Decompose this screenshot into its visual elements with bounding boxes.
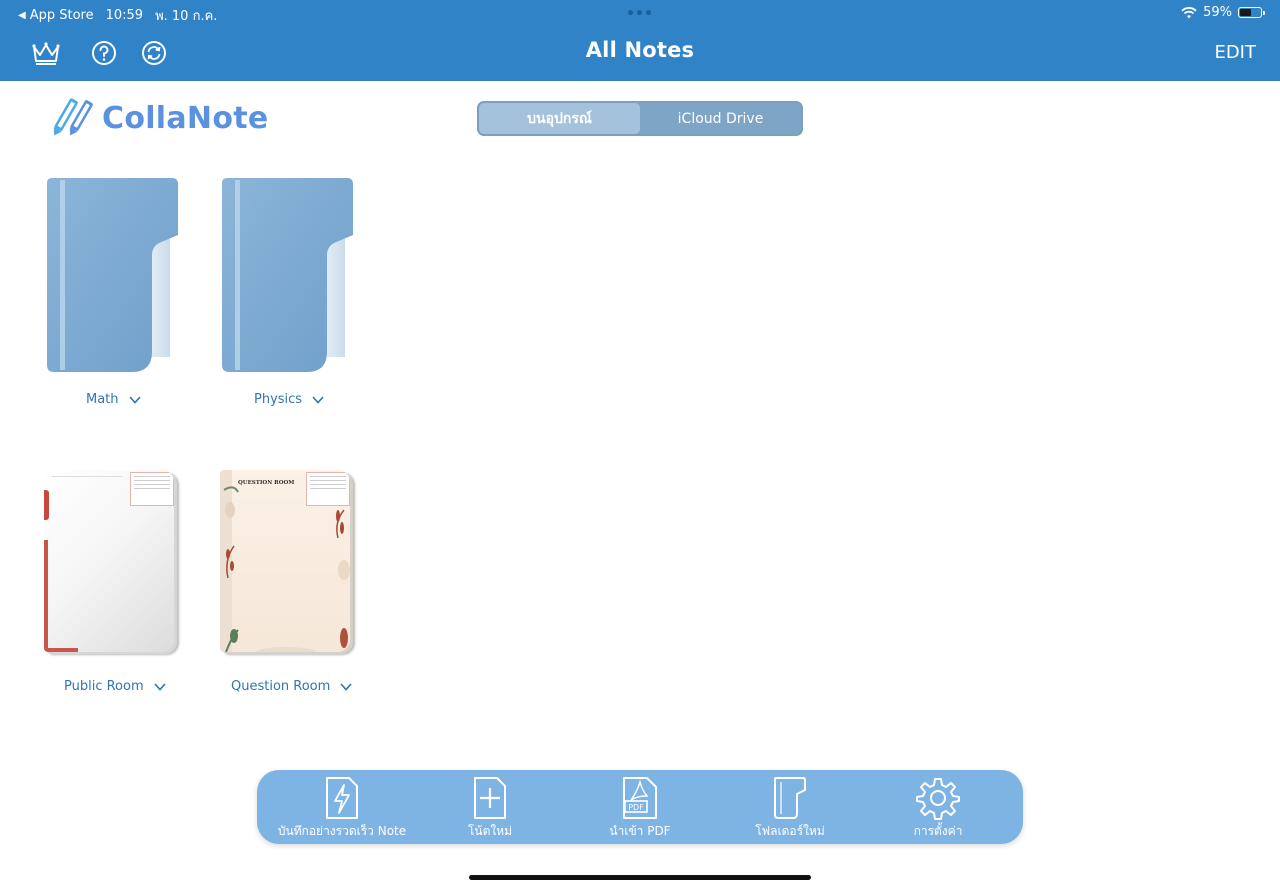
leaf-decoration	[223, 486, 350, 652]
tool-label: นำเข้า PDF	[609, 824, 671, 838]
new-folder-icon	[774, 777, 806, 819]
notebook-cover: QUESTION ROOM	[220, 470, 350, 652]
quick-note-button[interactable]: บันทึกอย่างรวดเร็ว Note	[267, 776, 417, 842]
quick-note-icon	[326, 777, 358, 819]
folder-name[interactable]: Math	[86, 392, 119, 407]
pencils-icon	[53, 98, 93, 136]
settings-icon	[916, 778, 960, 820]
notebook-name[interactable]: Question Room	[231, 679, 330, 694]
home-indicator[interactable]	[469, 875, 811, 880]
back-to-app-link[interactable]: App Store	[30, 8, 94, 23]
chevron-down-icon[interactable]	[128, 395, 141, 404]
wifi-icon	[1181, 6, 1197, 18]
pdf-badge: PDF	[628, 803, 644, 812]
page-title: All Notes	[585, 38, 695, 62]
notebook-name[interactable]: Public Room	[64, 679, 144, 694]
new-folder-button[interactable]: โฟลเดอร์ใหม่	[715, 776, 865, 842]
new-note-icon	[474, 777, 506, 819]
segment-on-device[interactable]: บนอุปกรณ์	[479, 103, 640, 134]
segment-icloud-drive[interactable]: iCloud Drive	[640, 103, 801, 134]
settings-button[interactable]: การตั้งค่า	[863, 776, 1013, 842]
status-time: 10:59	[105, 8, 144, 23]
storage-segmented-control[interactable]: บนอุปกรณ์ iCloud Drive	[477, 101, 803, 136]
multitasking-dots[interactable]	[628, 10, 651, 15]
chevron-down-icon[interactable]	[312, 395, 324, 404]
logo-text: CollaNote	[102, 100, 269, 136]
battery-icon	[1238, 7, 1265, 18]
tool-label: โน้ตใหม่	[467, 824, 513, 838]
app-logo: CollaNote	[48, 96, 269, 140]
status-bar: ◀ App Store 10:59 พ. 10 ก.ค. 59%	[0, 0, 1280, 26]
folder-icon	[222, 178, 353, 372]
tool-label: การตั้งค่า	[913, 824, 963, 838]
back-arrow-icon[interactable]: ◀	[18, 10, 26, 21]
battery-percent: 59%	[1203, 5, 1232, 20]
pencil-decoration	[44, 490, 49, 520]
cover-table	[130, 472, 174, 506]
chevron-down-icon[interactable]	[154, 682, 166, 691]
status-date: พ. 10 ก.ค.	[155, 9, 218, 24]
import-pdf-icon: PDF	[623, 777, 657, 819]
chevron-down-icon[interactable]	[340, 682, 352, 691]
tool-label: บันทึกอย่างรวดเร็ว Note	[277, 824, 407, 838]
import-pdf-button[interactable]: PDF นำเข้า PDF	[565, 776, 715, 842]
spine-decoration	[44, 540, 48, 650]
edit-button[interactable]: EDIT	[1214, 42, 1256, 63]
top-bar: ◀ App Store 10:59 พ. 10 ก.ค. 59% All Not…	[0, 0, 1280, 81]
new-note-button[interactable]: โน้ตใหม่	[415, 776, 565, 842]
notebook-cover	[44, 470, 174, 652]
tool-label: โฟลเดอร์ใหม่	[755, 824, 825, 838]
folder-name[interactable]: Physics	[254, 392, 302, 407]
bottom-toolbar: บันทึกอย่างรวดเร็ว Note โน้ตใหม่ PDF นำเ…	[257, 770, 1023, 844]
folder-icon	[47, 178, 178, 372]
